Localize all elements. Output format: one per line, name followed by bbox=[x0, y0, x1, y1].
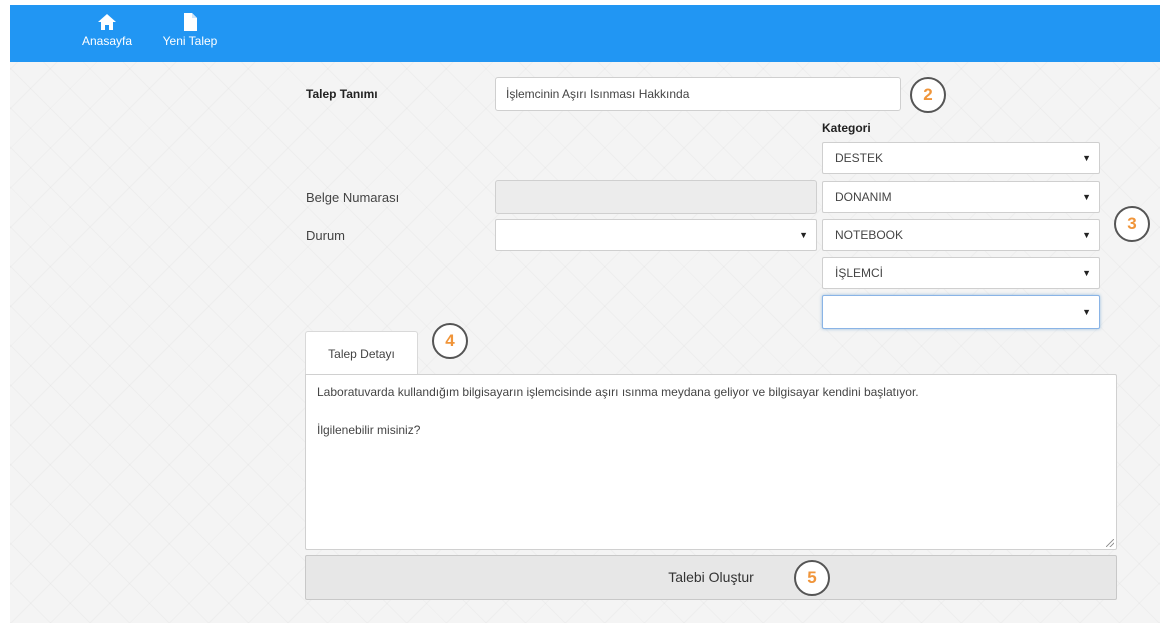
category-select-3-value: NOTEBOOK bbox=[835, 228, 904, 242]
chevron-down-icon: ▼ bbox=[1082, 153, 1091, 163]
create-request-button[interactable]: Talebi Oluştur bbox=[305, 555, 1117, 600]
nav-new-request[interactable]: Yeni Talep bbox=[150, 5, 230, 62]
home-icon bbox=[97, 12, 117, 32]
nav-home-label: Anasayfa bbox=[81, 34, 133, 48]
annotation-step-3: 3 bbox=[1114, 206, 1150, 242]
document-number-label: Belge Numarası bbox=[306, 190, 400, 205]
nav-home[interactable]: Anasayfa bbox=[72, 5, 142, 62]
status-label: Durum bbox=[306, 228, 346, 243]
detail-line-2: İlgilenebilir misiniz? bbox=[317, 423, 421, 437]
category-select-4-value: İŞLEMCİ bbox=[835, 266, 884, 280]
create-request-label: Talebi Oluştur bbox=[668, 569, 754, 585]
chevron-down-icon: ▼ bbox=[1082, 230, 1091, 240]
document-number-input[interactable] bbox=[495, 180, 817, 214]
status-select[interactable]: ▼ bbox=[495, 219, 817, 251]
category-label: Kategori bbox=[822, 121, 871, 135]
request-detail-textarea[interactable]: Laboratuvarda kullandığım bilgisayarın i… bbox=[305, 374, 1117, 550]
category-select-2[interactable]: DONANIM ▼ bbox=[822, 181, 1100, 213]
title-label: Talep Tanımı bbox=[306, 87, 378, 101]
chevron-down-icon: ▼ bbox=[1082, 307, 1091, 317]
category-select-2-value: DONANIM bbox=[835, 190, 892, 204]
category-select-5[interactable]: ▼ bbox=[822, 295, 1100, 329]
category-select-3[interactable]: NOTEBOOK ▼ bbox=[822, 219, 1100, 251]
category-select-1[interactable]: DESTEK ▼ bbox=[822, 142, 1100, 174]
chevron-down-icon: ▼ bbox=[799, 230, 808, 240]
file-icon bbox=[180, 12, 200, 32]
chevron-down-icon: ▼ bbox=[1082, 268, 1091, 278]
nav-new-request-label: Yeni Talep bbox=[162, 34, 218, 48]
annotation-step-2: 2 bbox=[910, 77, 946, 113]
top-navbar: Anasayfa Yeni Talep bbox=[10, 5, 1160, 62]
chevron-down-icon: ▼ bbox=[1082, 192, 1091, 202]
category-select-1-value: DESTEK bbox=[835, 151, 884, 165]
tab-request-detail[interactable]: Talep Detayı bbox=[305, 331, 418, 375]
resize-handle-icon[interactable] bbox=[1106, 539, 1114, 547]
annotation-step-4: 4 bbox=[432, 323, 468, 359]
category-select-4[interactable]: İŞLEMCİ ▼ bbox=[822, 257, 1100, 289]
title-input[interactable]: İşlemcinin Aşırı Isınması Hakkında bbox=[495, 77, 901, 111]
detail-line-1: Laboratuvarda kullandığım bilgisayarın i… bbox=[317, 385, 919, 399]
annotation-step-5: 5 bbox=[794, 560, 830, 596]
